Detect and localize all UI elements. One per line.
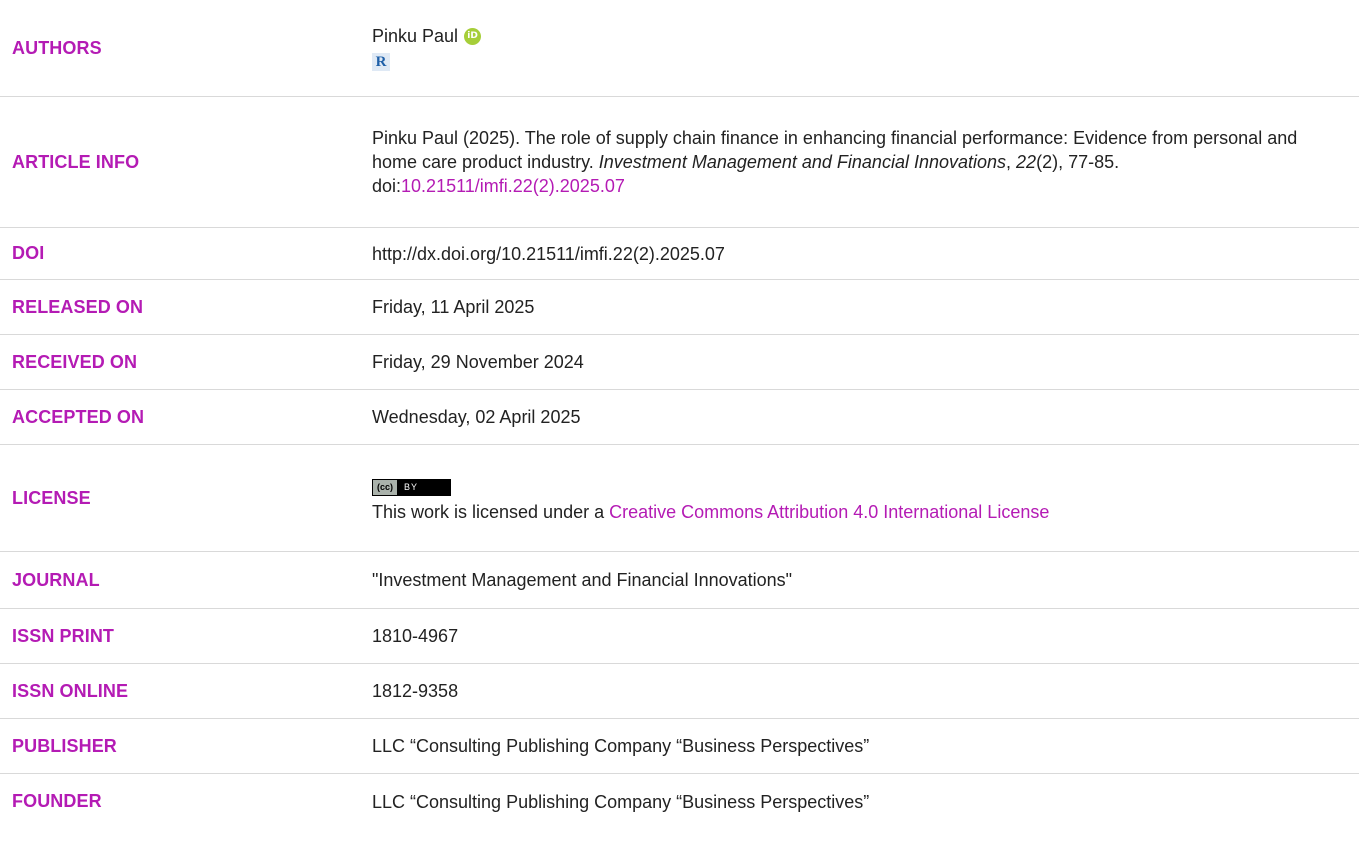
article-info-value: Pinku Paul (2025). The role of supply ch… — [372, 126, 1359, 198]
row-journal: JOURNAL "Investment Management and Finan… — [0, 552, 1359, 609]
publisher-value: LLC “Consulting Publishing Company “Busi… — [372, 736, 870, 756]
issn-print-label: ISSN PRINT — [12, 625, 115, 646]
row-license: LICENSE (cc) BY This work is licensed un… — [0, 445, 1359, 552]
released-on-value: Friday, 11 April 2025 — [372, 297, 535, 317]
researcherid-icon[interactable]: R — [372, 53, 390, 71]
authors-label: AUTHORS — [12, 37, 102, 58]
released-on-label: RELEASED ON — [12, 296, 144, 317]
row-authors: AUTHORS Pinku Paul iD R — [0, 0, 1359, 97]
row-issn-print: ISSN PRINT 1810-4967 — [0, 609, 1359, 664]
row-publisher: PUBLISHER LLC “Consulting Publishing Com… — [0, 719, 1359, 774]
citation-journal: Investment Management and Financial Inno… — [598, 152, 1007, 172]
founder-value: LLC “Consulting Publishing Company “Busi… — [372, 791, 870, 812]
publisher-label: PUBLISHER — [12, 735, 117, 756]
cc-badge-cc: (cc) — [373, 480, 399, 495]
citation-comma: , — [1006, 152, 1017, 172]
issn-online-value: 1812-9358 — [372, 681, 459, 701]
doi-value: http://dx.doi.org/10.21511/imfi.22(2).20… — [372, 243, 725, 264]
authors-value: Pinku Paul iD R — [372, 24, 1359, 72]
row-received-on: RECEIVED ON Friday, 29 November 2024 — [0, 335, 1359, 390]
metadata-table: AUTHORS Pinku Paul iD R ARTICLE INFO Pin… — [0, 0, 1359, 829]
author-line: Pinku Paul iD — [372, 24, 1339, 48]
license-label: LICENSE — [12, 487, 91, 508]
doi-label: DOI — [12, 243, 45, 263]
cc-by-badge-icon[interactable]: (cc) BY — [372, 479, 452, 496]
issn-online-label: ISSN ONLINE — [12, 680, 129, 701]
orcid-icon[interactable]: iD — [464, 27, 482, 45]
founder-label: FOUNDER — [12, 791, 102, 811]
row-founder: FOUNDER LLC “Consulting Publishing Compa… — [0, 774, 1359, 829]
journal-value: "Investment Management and Financial Inn… — [372, 570, 793, 590]
author-name[interactable]: Pinku Paul — [372, 24, 458, 48]
license-value: (cc) BY This work is licensed under a Cr… — [372, 472, 1359, 524]
article-metadata-page: AUTHORS Pinku Paul iD R ARTICLE INFO Pin… — [0, 0, 1359, 868]
row-released-on: RELEASED ON Friday, 11 April 2025 — [0, 280, 1359, 335]
row-doi: DOI http://dx.doi.org/10.21511/imfi.22(2… — [0, 228, 1359, 280]
citation-issue-pages: (2), 77-85. — [1036, 152, 1120, 172]
journal-label: JOURNAL — [12, 569, 100, 590]
citation-doi-link[interactable]: 10.21511/imfi.22(2).2025.07 — [401, 176, 625, 196]
citation-doi-prefix: doi: — [372, 176, 402, 196]
row-issn-online: ISSN ONLINE 1812-9358 — [0, 664, 1359, 719]
license-link[interactable]: Creative Commons Attribution 4.0 Interna… — [609, 502, 1049, 522]
received-on-label: RECEIVED ON — [12, 351, 138, 372]
row-accepted-on: ACCEPTED ON Wednesday, 02 April 2025 — [0, 390, 1359, 445]
license-text: This work is licensed under a — [372, 502, 610, 522]
issn-print-value: 1810-4967 — [372, 626, 459, 646]
row-article-info: ARTICLE INFO Pinku Paul (2025). The role… — [0, 97, 1359, 228]
citation-volume: 22 — [1016, 152, 1037, 172]
accepted-on-label: ACCEPTED ON — [12, 406, 145, 427]
article-info-label: ARTICLE INFO — [12, 151, 140, 172]
accepted-on-value: Wednesday, 02 April 2025 — [372, 407, 581, 427]
cc-badge-by: BY — [404, 482, 419, 492]
received-on-value: Friday, 29 November 2024 — [372, 352, 584, 372]
